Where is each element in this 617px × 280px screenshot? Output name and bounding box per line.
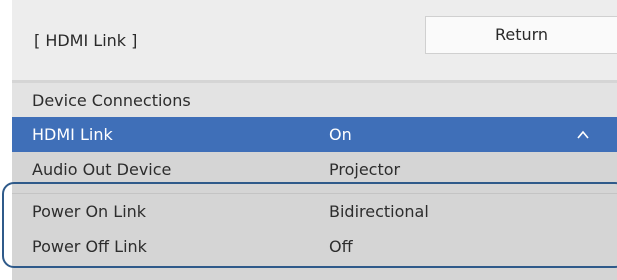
page-title: [ HDMI Link ]: [34, 31, 138, 50]
section-device-connections: Device Connections: [12, 83, 617, 118]
highlight-outline: [2, 182, 617, 268]
menu-row-value: Projector: [329, 160, 401, 179]
chevron-up-icon: [577, 130, 589, 139]
return-button[interactable]: Return: [425, 16, 617, 54]
menu-row-label: Audio Out Device: [32, 160, 172, 179]
menu-row-hdmi-link[interactable]: HDMI Link On: [12, 117, 617, 152]
section-label: Device Connections: [32, 91, 191, 110]
menu-row-value: On: [329, 125, 352, 144]
menu-header: [ HDMI Link ] Return: [12, 0, 617, 80]
menu-row-label: HDMI Link: [32, 125, 113, 144]
